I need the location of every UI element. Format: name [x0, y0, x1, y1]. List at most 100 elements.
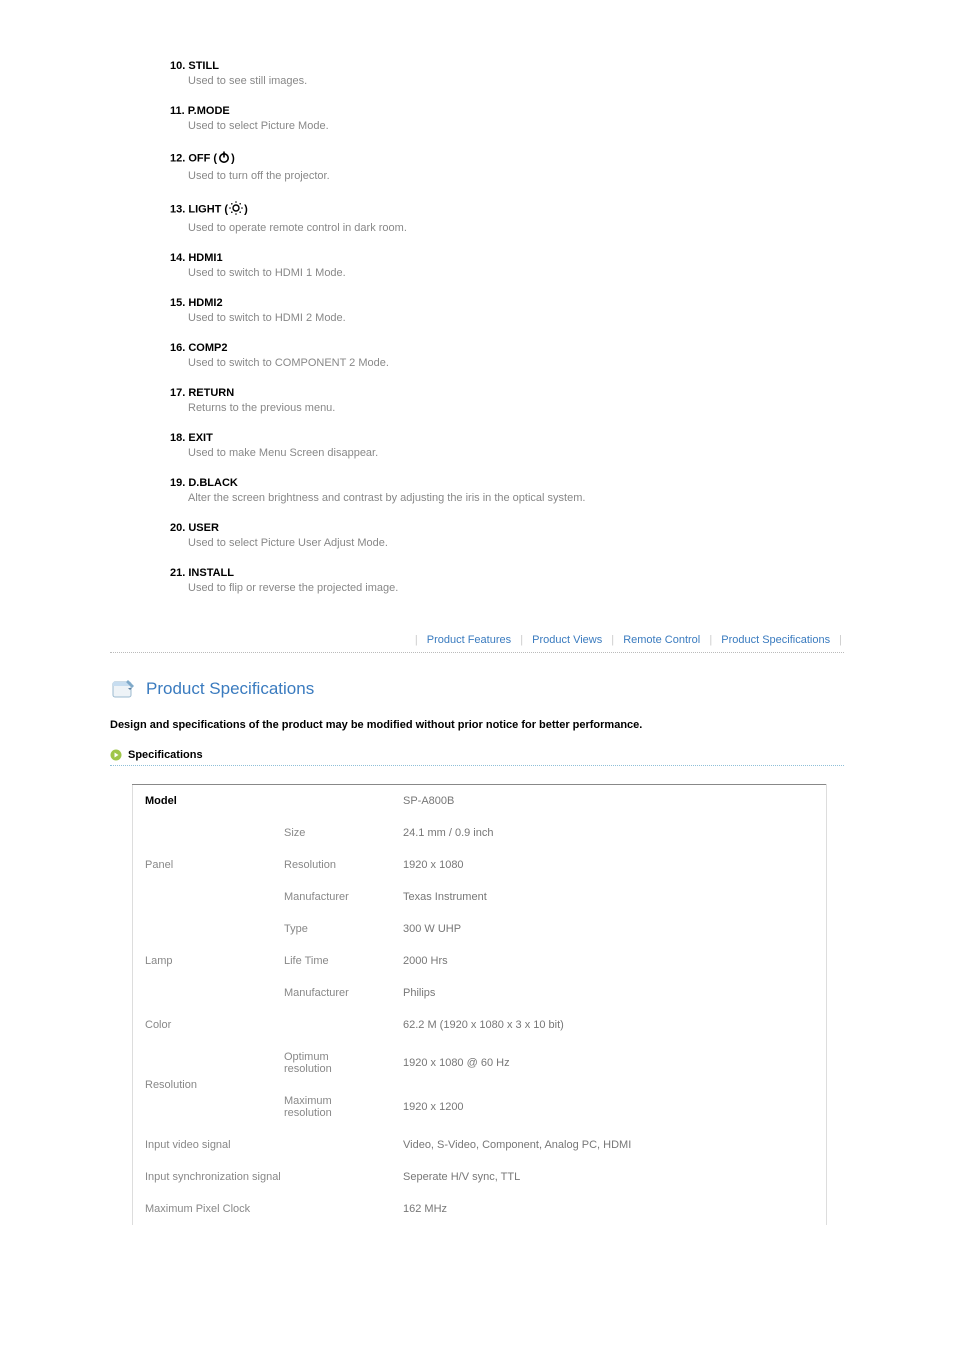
cell-model-value: SP-A800B	[391, 785, 827, 818]
remote-item-desc: Used to operate remote control in dark r…	[170, 222, 844, 234]
item-title: D.BLACK	[188, 477, 238, 489]
remote-item: 19. D.BLACK Alter the screen brightness …	[170, 477, 844, 504]
remote-item-title: 21. INSTALL	[170, 567, 844, 579]
remote-item: 20. USER Used to select Picture User Adj…	[170, 522, 844, 549]
table-row: Input synchronization signal Seperate H/…	[133, 1161, 827, 1193]
cell-panel-size-label: Size	[272, 817, 391, 849]
item-title: HDMI1	[188, 252, 222, 264]
remote-item-desc: Used to select Picture User Adjust Mode.	[170, 537, 844, 549]
power-icon	[217, 150, 231, 167]
item-title: USER	[188, 522, 219, 534]
divider	[110, 765, 844, 766]
cell-res-opt-value: 1920 x 1080 @ 60 Hz	[391, 1041, 827, 1085]
table-row: Maximum Pixel Clock 162 MHz	[133, 1193, 827, 1225]
item-num: 19.	[170, 477, 185, 489]
nav-link-remote[interactable]: Remote Control	[623, 634, 700, 646]
remote-item: 12. OFF () Used to turn off the projecto…	[170, 150, 844, 182]
item-title: COMP2	[188, 342, 227, 354]
remote-item-desc: Returns to the previous menu.	[170, 402, 844, 414]
remote-item-title: 10. STILL	[170, 60, 844, 72]
cell-model-label: Model	[133, 785, 392, 818]
cell-lamp-label: Lamp	[133, 913, 273, 1009]
nav-sep: |	[709, 634, 712, 646]
remote-item-desc: Used to switch to HDMI 2 Mode.	[170, 312, 844, 324]
spec-table: Model SP-A800B Panel Size 24.1 mm / 0.9 …	[132, 784, 827, 1225]
nav-sep: |	[415, 634, 418, 646]
remote-item-desc: Used to make Menu Screen disappear.	[170, 447, 844, 459]
table-row: Lamp Type 300 W UHP	[133, 913, 827, 945]
cell-mpc-label: Maximum Pixel Clock	[133, 1193, 392, 1225]
item-title: RETURN	[188, 387, 234, 399]
remote-item: 17. RETURN Returns to the previous menu.	[170, 387, 844, 414]
sub-header: Specifications	[110, 749, 844, 761]
cell-res-max-label: Maximum resolution	[272, 1085, 391, 1129]
remote-item-title: 12. OFF ()	[170, 150, 844, 167]
cell-lamp-mfr-value: Philips	[391, 977, 827, 1009]
remote-item: 18. EXIT Used to make Menu Screen disapp…	[170, 432, 844, 459]
cell-panel-size-value: 24.1 mm / 0.9 inch	[391, 817, 827, 849]
remote-item-title: 16. COMP2	[170, 342, 844, 354]
sub-header-text: Specifications	[128, 749, 203, 761]
remote-item-desc: Used to select Picture Mode.	[170, 120, 844, 132]
item-num: 15.	[170, 297, 185, 309]
table-row: Color 62.2 M (1920 x 1080 x 3 x 10 bit)	[133, 1009, 827, 1041]
item-num: 21.	[170, 567, 185, 579]
cell-lamp-life-value: 2000 Hrs	[391, 945, 827, 977]
cell-panel-mfr-value: Texas Instrument	[391, 881, 827, 913]
cell-lamp-type-value: 300 W UHP	[391, 913, 827, 945]
item-num: 20.	[170, 522, 185, 534]
cell-res-label: Resolution	[133, 1041, 273, 1129]
table-row: Panel Size 24.1 mm / 0.9 inch	[133, 817, 827, 849]
design-note: Design and specifications of the product…	[110, 719, 844, 731]
remote-item-title: 11. P.MODE	[170, 105, 844, 117]
cell-panel-res-value: 1920 x 1080	[391, 849, 827, 881]
item-title: LIGHT (	[188, 203, 228, 215]
item-title-close: )	[231, 152, 235, 164]
cell-res-max-value: 1920 x 1200	[391, 1085, 827, 1129]
table-row: Input video signal Video, S-Video, Compo…	[133, 1129, 827, 1161]
cell-iss-label: Input synchronization signal	[133, 1161, 392, 1193]
item-title: STILL	[188, 60, 219, 72]
remote-item-desc: Alter the screen brightness and contrast…	[170, 492, 844, 504]
nav-links: | Product Features | Product Views | Rem…	[110, 634, 844, 646]
remote-item: 15. HDMI2 Used to switch to HDMI 2 Mode.	[170, 297, 844, 324]
cell-panel-label: Panel	[133, 817, 273, 913]
remote-list: 10. STILL Used to see still images. 11. …	[110, 60, 844, 594]
remote-item-title: 19. D.BLACK	[170, 477, 844, 489]
item-title-close: )	[244, 203, 248, 215]
section-title: Product Specifications	[146, 679, 314, 699]
nav-sep: |	[839, 634, 842, 646]
nav-link-specs[interactable]: Product Specifications	[721, 634, 830, 646]
remote-item: 11. P.MODE Used to select Picture Mode.	[170, 105, 844, 132]
cell-mpc-value: 162 MHz	[391, 1193, 827, 1225]
item-num: 16.	[170, 342, 185, 354]
cell-color-value: 62.2 M (1920 x 1080 x 3 x 10 bit)	[391, 1009, 827, 1041]
item-title: OFF (	[188, 152, 217, 164]
remote-item-desc: Used to switch to COMPONENT 2 Mode.	[170, 357, 844, 369]
item-num: 18.	[170, 432, 185, 444]
cell-ivs-label: Input video signal	[133, 1129, 392, 1161]
cell-lamp-mfr-label: Manufacturer	[272, 977, 391, 1009]
cell-iss-value: Seperate H/V sync, TTL	[391, 1161, 827, 1193]
item-num: 13.	[170, 203, 185, 215]
cell-color-label: Color	[133, 1009, 392, 1041]
remote-item: 14. HDMI1 Used to switch to HDMI 1 Mode.	[170, 252, 844, 279]
divider	[110, 652, 844, 653]
item-num: 10.	[170, 60, 185, 72]
nav-link-features[interactable]: Product Features	[427, 634, 511, 646]
cell-res-opt-label: Optimum resolution	[272, 1041, 391, 1085]
remote-item-desc: Used to see still images.	[170, 75, 844, 87]
remote-item-title: 17. RETURN	[170, 387, 844, 399]
remote-item-title: 15. HDMI2	[170, 297, 844, 309]
item-title: P.MODE	[188, 105, 230, 117]
remote-item-title: 20. USER	[170, 522, 844, 534]
nav-link-views[interactable]: Product Views	[532, 634, 602, 646]
cell-lamp-life-label: Life Time	[272, 945, 391, 977]
remote-item: 10. STILL Used to see still images.	[170, 60, 844, 87]
nav-sep: |	[611, 634, 614, 646]
remote-item-desc: Used to switch to HDMI 1 Mode.	[170, 267, 844, 279]
cell-lamp-type-label: Type	[272, 913, 391, 945]
remote-item-title: 14. HDMI1	[170, 252, 844, 264]
page-body: 10. STILL Used to see still images. 11. …	[0, 0, 954, 1265]
cell-panel-mfr-label: Manufacturer	[272, 881, 391, 913]
